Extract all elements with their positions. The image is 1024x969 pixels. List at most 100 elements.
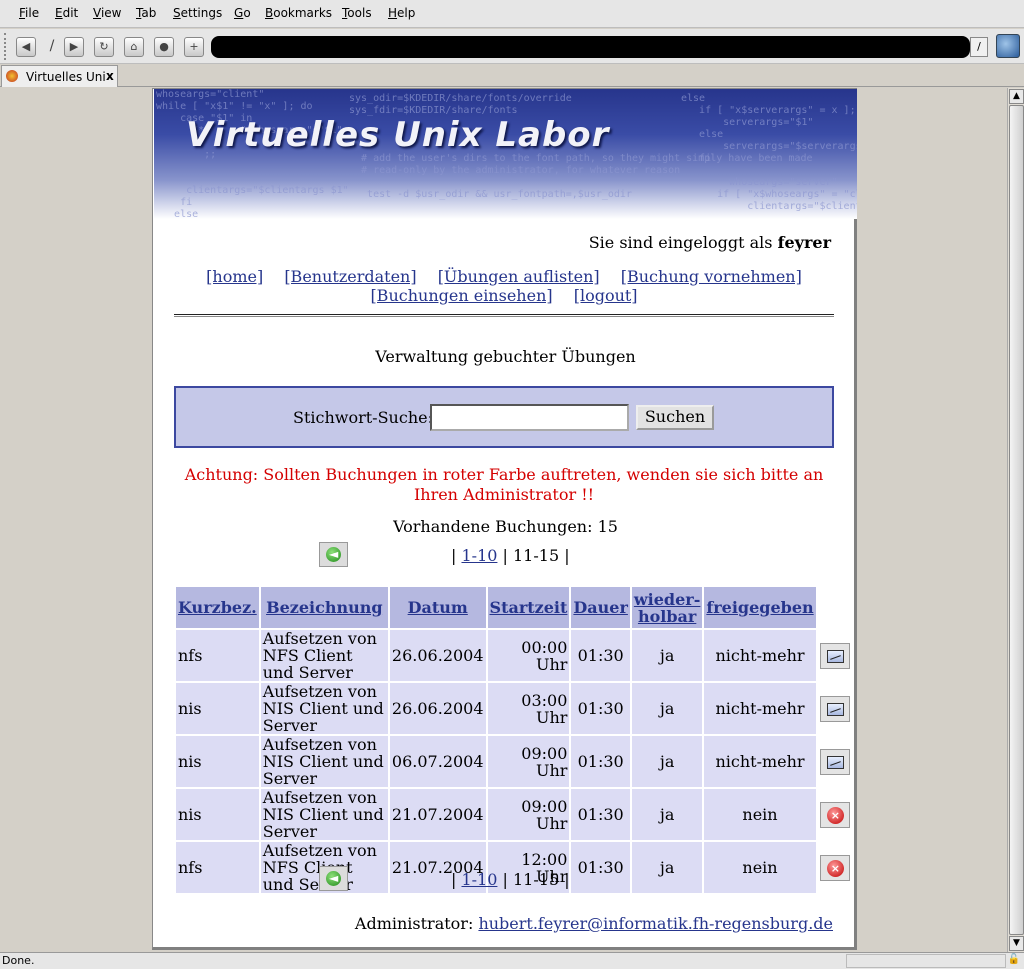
cell-freigegeben: nein [704,789,816,840]
pager-links: | 1-10 | 11-15 | [451,870,570,889]
cancel-icon: × [826,806,844,824]
cell-kurzbez: nis [176,789,259,840]
main-nav: [home] [Benutzerdaten] [Übungen aufliste… [174,267,834,305]
search-button[interactable]: Suchen [636,405,714,430]
back-button[interactable]: ◀ [16,37,36,57]
col-bezeichnung[interactable]: Bezeichnung [260,587,388,628]
toolbar-grip[interactable] [4,33,9,60]
back-arrow-icon: ◄ [329,871,339,885]
menu-settings[interactable]: Settings [173,6,222,20]
nav-buchungen-einsehen[interactable]: [Buchungen einsehen] [370,286,552,305]
plus-icon: + [189,40,199,53]
menu-bookmarks[interactable]: Bookmarks [265,6,332,20]
status-panel [846,954,1006,968]
tab-label: Virtuelles Unix [26,70,106,84]
cell-startzeit: 09:00 Uhr [487,736,570,787]
pager-link-1-10[interactable]: 1-10 [461,870,497,889]
vertical-scrollbar[interactable]: ▲ ▼ [1007,88,1024,952]
search-input[interactable] [430,404,629,431]
pager-sep: | [559,546,570,565]
cell-wiederholbar: ja [631,736,703,787]
admin-label: Administrator: [354,914,479,933]
menu-view[interactable]: View [93,6,121,20]
cancel-booking-button[interactable]: × [819,801,850,828]
cell-bezeichnung: Aufsetzen von NIS Client und Server [260,789,388,840]
security-lock-icon: 🔓 [1007,954,1021,965]
cell-wiederholbar: ja [631,683,703,734]
admin-email-link[interactable]: hubert.feyrer@informatik.fh-regensburg.d… [478,914,833,933]
login-user: feyrer [777,233,831,252]
home-button[interactable]: ⌂ [124,37,144,57]
pager-current: 11-15 [513,870,560,889]
col-kurzbez[interactable]: Kurzbez. [176,587,259,628]
scroll-up-icon[interactable]: ▲ [1009,89,1024,104]
warning-message: Achtung: Sollten Buchungen in roter Farb… [184,465,824,504]
pager-back-button[interactable]: ◄ [319,866,348,891]
nav-home[interactable]: [home] [206,267,263,286]
pager-back-button[interactable]: ◄ [319,542,348,567]
cell-kurzbez: nis [176,683,259,734]
view-chart-button[interactable] [819,642,850,669]
menu-tools[interactable]: Tools [342,6,372,20]
cell-datum: 06.07.2004 [389,736,486,787]
view-chart-button[interactable] [819,695,850,722]
cell-dauer: 01:30 [571,736,630,787]
cell-dauer: 01:30 [571,789,630,840]
menu-help[interactable]: Help [388,6,415,20]
col-datum[interactable]: Datum [389,587,486,628]
menu-edit[interactable]: Edit [55,6,78,20]
back-icon: ◀ [21,40,31,53]
cell-dauer: 01:30 [571,630,630,681]
table-row: nfs Aufsetzen von NFS Client und Server … [176,630,852,681]
tab-virtuelles-unix[interactable]: Virtuelles Unix x [1,65,118,87]
cell-freigegeben: nicht-mehr [704,683,816,734]
chart-icon [826,702,844,716]
chart-icon [826,755,844,769]
nav-uebungen-auflisten[interactable]: [Übungen auflisten] [438,267,600,286]
menu-tab[interactable]: Tab [136,6,156,20]
col-freigegeben[interactable]: freigegeben [704,587,816,628]
site-banner: whoseargs="client" while [ "x$1" != "x" … [154,89,857,219]
col-startzeit[interactable]: Startzeit [487,587,570,628]
pager-sep: | [497,546,513,565]
menu-file[interactable]: File [19,6,39,20]
col-wiederholbar[interactable]: wieder-holbar [631,587,703,628]
nav-divider [174,314,834,317]
view-chart-button[interactable] [819,748,850,775]
admin-contact: Administrator: hubert.feyrer@informatik.… [355,914,833,933]
pager-sep: | [497,870,513,889]
stop-icon: ● [159,40,169,53]
url-input[interactable] [211,36,970,58]
reload-button[interactable]: ↻ [94,37,114,57]
table-header-row: Kurzbez. Bezeichnung Datum Startzeit Dau… [176,587,852,628]
favicon-icon [6,70,18,82]
pager-sep: | [451,546,462,565]
forward-button[interactable]: ▶ [64,37,84,57]
cell-action [817,736,852,787]
col-dauer[interactable]: Dauer [571,587,630,628]
pager-current: 11-15 [513,546,560,565]
menu-go[interactable]: Go [234,6,251,20]
table-row: nis Aufsetzen von NIS Client und Server … [176,683,852,734]
page-title: Verwaltung gebuchter Übungen [375,347,636,366]
nav-logout[interactable]: [logout] [574,286,638,305]
search-label: Stichwort-Suche: [293,408,433,427]
bookings-count: Vorhandene Buchungen: 15 [393,517,618,536]
nav-buchung-vornehmen[interactable]: [Buchung vornehmen] [621,267,802,286]
kde-logo-icon [996,34,1020,58]
col-action [817,587,852,628]
nav-benutzerdaten[interactable]: [Benutzerdaten] [284,267,416,286]
stop-button[interactable]: ● [154,37,174,57]
close-tab-icon[interactable]: x [106,69,114,83]
search-panel: Stichwort-Suche: Suchen [174,386,834,448]
cell-action [817,630,852,681]
scroll-thumb[interactable] [1009,105,1024,935]
back-arrow-icon: ◄ [329,547,339,561]
cell-bezeichnung: Aufsetzen von NIS Client und Server [260,683,388,734]
cell-bezeichnung: Aufsetzen von NIS Client und Server [260,736,388,787]
pager-link-1-10[interactable]: 1-10 [461,546,497,565]
url-dropdown-button[interactable]: / [970,37,988,57]
new-tab-button[interactable]: + [184,37,204,57]
separator-icon: / [49,38,55,54]
scroll-down-icon[interactable]: ▼ [1009,936,1024,951]
